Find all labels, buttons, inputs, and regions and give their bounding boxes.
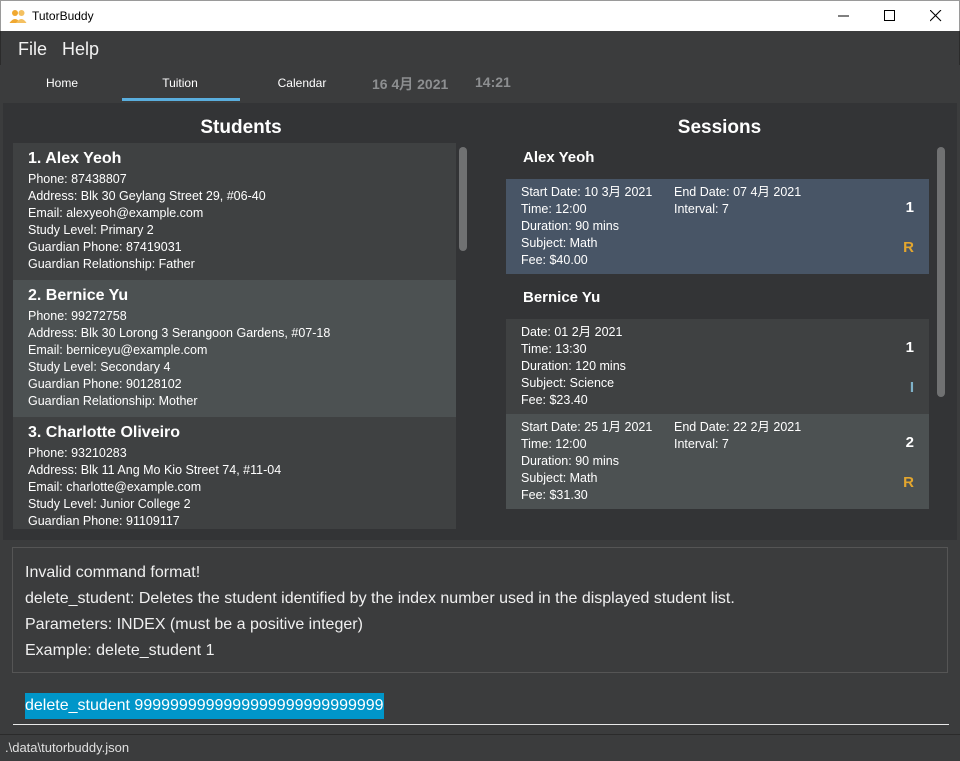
result-display-area: Invalid command format! delete_student: … <box>3 540 957 678</box>
session-details: Start Date: 25 1月 2021 Time: 12:00 Duratio… <box>521 419 652 504</box>
student-detail: Phone: 99272758 <box>28 309 127 323</box>
session-list-scrollbar[interactable] <box>936 145 946 537</box>
maximize-icon <box>884 10 895 21</box>
session-index: 2 <box>905 434 914 451</box>
student-detail: Phone: 93210283 <box>28 446 127 460</box>
student-detail: Guardian Phone: 91109117 <box>28 514 180 528</box>
student-detail: Address: Blk 30 Lorong 3 Serangoon Garde… <box>28 326 331 340</box>
student-list-scrollbar[interactable] <box>458 145 468 531</box>
tab-bar: Home Tuition Calendar 16 4月 2021 14:21 <box>0 65 960 101</box>
student-detail: Phone: 87438807 <box>28 172 127 186</box>
session-list[interactable]: Alex Yeoh Start Date: 10 3月 2021 Time: 12:… <box>506 143 929 540</box>
tuition-panel: Students Sessions 1. Alex Yeoh Phone: 874… <box>3 103 957 540</box>
student-card[interactable]: 3. Charlotte Oliveiro Phone: 93210283 Addr… <box>13 417 456 529</box>
session-detail: Duration: 90 mins <box>521 454 619 468</box>
student-detail: Guardian Phone: 87419031 <box>28 240 182 254</box>
minimize-icon <box>838 15 849 17</box>
result-display: Invalid command format! delete_student: … <box>12 547 948 673</box>
session-detail: Subject: Math <box>521 236 598 250</box>
session-recurrence-details: End Date: 22 2月 2021 Interval: 7 <box>674 419 801 453</box>
session-detail: Subject: Science <box>521 376 615 390</box>
close-icon <box>930 10 942 22</box>
session-index: 1 <box>905 199 914 216</box>
tab-home[interactable]: Home <box>2 65 122 101</box>
session-detail: Subject: Math <box>521 471 598 485</box>
status-bar: .\data\tutorbuddy.json <box>0 734 960 761</box>
student-list-scroll-thumb[interactable] <box>459 147 467 251</box>
session-detail: Fee: $31.30 <box>521 488 588 502</box>
session-card[interactable]: Start Date: 10 3月 2021 Time: 12:00 Duratio… <box>506 179 929 274</box>
session-detail: Fee: $23.40 <box>521 393 588 407</box>
result-line: delete_student: Deletes the student iden… <box>25 590 735 607</box>
session-detail: End Date: 22 2月 2021 <box>674 420 802 434</box>
student-detail: Email: berniceyu@example.com <box>28 343 208 357</box>
result-line: Example: delete_student 1 <box>25 642 215 659</box>
maximize-button[interactable] <box>867 1 913 31</box>
student-name: 1. Alex Yeoh <box>28 150 122 167</box>
session-student-name: Bernice Yu <box>523 289 601 306</box>
tab-tuition[interactable]: Tuition <box>120 65 240 101</box>
student-detail: Guardian Relationship: Father <box>28 257 195 271</box>
student-detail: Email: charlotte@example.com <box>28 480 202 494</box>
session-list-scroll-thumb[interactable] <box>937 147 945 397</box>
student-card[interactable]: 2. Bernice Yu Phone: 99272758 Address: Blk… <box>13 280 456 417</box>
clock-date: 16 4月 2021 <box>372 76 449 92</box>
student-name: 2. Bernice Yu <box>28 287 129 304</box>
student-detail: Address: Blk 30 Geylang Street 29, #06-4… <box>28 189 266 203</box>
student-detail: Address: Blk 11 Ang Mo Kio Street 74, #1… <box>28 463 282 477</box>
session-detail: Interval: 7 <box>674 202 729 216</box>
student-detail: Guardian Phone: 90128102 <box>28 377 182 391</box>
command-box-area: delete_student 9999999999999999999999999… <box>3 681 957 733</box>
session-student-name: Alex Yeoh <box>523 149 595 166</box>
command-text-selected: delete_student 9999999999999999999999999… <box>25 693 384 719</box>
session-detail: Interval: 7 <box>674 437 729 451</box>
result-line: Invalid command format! <box>25 564 201 581</box>
session-detail: Time: 12:00 <box>521 437 587 451</box>
title-bar: TutorBuddy <box>0 0 960 31</box>
session-detail: Start Date: 25 1月 2021 <box>521 420 653 434</box>
session-card[interactable]: Date: 01 2月 2021 Time: 13:30 Duration: 120… <box>506 319 929 414</box>
session-recurrence-details: End Date: 07 4月 2021 Interval: 7 <box>674 184 801 218</box>
session-type-badge: I <box>909 379 914 396</box>
menu-bar: File Help <box>0 31 960 65</box>
people-icon <box>9 10 27 23</box>
student-detail: Study Level: Secondary 4 <box>28 360 171 374</box>
session-type-badge: R <box>903 239 914 256</box>
student-name: 3. Charlotte Oliveiro <box>28 424 181 441</box>
session-details: Date: 01 2月 2021 Time: 13:30 Duration: 120… <box>521 324 626 409</box>
session-index: 1 <box>905 339 914 356</box>
student-card[interactable]: 1. Alex Yeoh Phone: 87438807 Address: Blk … <box>13 143 456 280</box>
sessions-title: Sessions <box>677 117 762 138</box>
session-detail: Duration: 90 mins <box>521 219 619 233</box>
student-detail: Study Level: Junior College 2 <box>28 497 191 511</box>
menu-file[interactable]: File <box>18 39 47 60</box>
session-details: Start Date: 10 3月 2021 Time: 12:00 Duratio… <box>521 184 652 269</box>
session-detail: Time: 13:30 <box>521 342 587 356</box>
save-file-path: .\data\tutorbuddy.json <box>5 740 130 755</box>
students-title: Students <box>200 117 282 138</box>
close-button[interactable] <box>913 1 959 31</box>
session-detail: End Date: 07 4月 2021 <box>674 185 802 199</box>
session-detail: Time: 12:00 <box>521 202 587 216</box>
session-detail: Start Date: 10 3月 2021 <box>521 185 653 199</box>
session-type-badge: R <box>903 474 914 491</box>
session-detail: Fee: $40.00 <box>521 253 588 267</box>
student-detail: Study Level: Primary 2 <box>28 223 154 237</box>
student-detail: Email: alexyeoh@example.com <box>28 206 204 220</box>
minimize-button[interactable] <box>821 1 867 31</box>
session-card[interactable]: Start Date: 25 1月 2021 Time: 12:00 Duratio… <box>506 414 929 509</box>
command-input[interactable]: delete_student 9999999999999999999999999… <box>13 685 949 725</box>
tab-calendar[interactable]: Calendar <box>242 65 362 101</box>
student-detail: Guardian Relationship: Mother <box>28 394 198 408</box>
student-list[interactable]: 1. Alex Yeoh Phone: 87438807 Address: Blk … <box>13 143 456 529</box>
window-title: TutorBuddy <box>32 9 94 23</box>
clock-time: 14:21 <box>475 74 511 90</box>
menu-help[interactable]: Help <box>62 39 99 60</box>
session-detail: Date: 01 2月 2021 <box>521 325 623 339</box>
session-detail: Duration: 120 mins <box>521 359 626 373</box>
result-line: Parameters: INDEX (must be a positive in… <box>25 616 363 633</box>
